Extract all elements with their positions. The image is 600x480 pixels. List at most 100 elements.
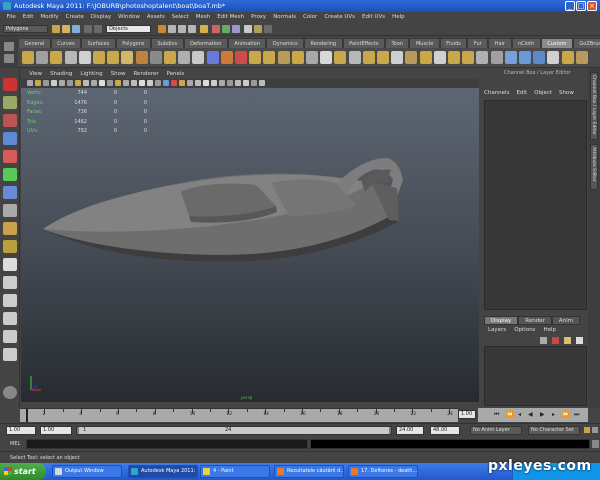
layer-list[interactable] [484, 346, 587, 406]
snap-curve-icon[interactable] [178, 25, 186, 33]
shelf-tool-icon[interactable] [561, 51, 574, 64]
shelf-tool-icon[interactable] [419, 51, 432, 64]
menu-set-select[interactable]: Polygons [3, 25, 48, 33]
taskbar-task[interactable]: 17. Deftones - death... [348, 465, 418, 478]
taskbar-task[interactable]: Rezultatele căutării d... [274, 465, 344, 478]
viewport-toolbar-icon[interactable] [163, 80, 169, 86]
viewport-toolbar-icon[interactable] [211, 80, 217, 86]
viewport-toolbar-icon[interactable] [195, 80, 201, 86]
minimize-button[interactable]: _ [565, 1, 575, 11]
viewport-toolbar-icon[interactable] [51, 80, 57, 86]
last-tool-icon[interactable] [3, 240, 17, 253]
viewport-toolbar-icon[interactable] [43, 80, 49, 86]
shelf-editor-icon[interactable] [4, 54, 14, 63]
play-back-icon[interactable]: ◀ [528, 411, 533, 418]
go-to-start-icon[interactable]: ⏮ [494, 411, 499, 419]
shelf-tab-deformation[interactable]: Deformation [183, 38, 228, 48]
move-tool-icon[interactable] [3, 132, 17, 145]
shelf-tool-icon[interactable] [377, 51, 389, 64]
viewport-menu-shading[interactable]: Shading [46, 70, 76, 79]
anim-prefs-icon[interactable] [592, 427, 598, 433]
menu-edit[interactable]: Edit [19, 12, 37, 22]
shelf-tab-fur[interactable]: Fur [467, 38, 489, 48]
shelf-tool-icon[interactable] [164, 51, 176, 64]
shelf-tab-gozbrush[interactable]: GoZBrush [572, 38, 600, 48]
viewport-toolbar-icon[interactable] [131, 80, 137, 86]
shelf-tab-toon[interactable]: Toon [384, 38, 410, 48]
shelf-tab-curves[interactable]: Curves [50, 38, 82, 48]
ipr-render-icon[interactable] [222, 25, 230, 33]
shelf-tool-icon[interactable] [348, 51, 361, 64]
perspective-viewport[interactable]: Verts: 744 0 0 Edges: 1476 0 0 Faces: 736 0 0 Tris: 1… [21, 88, 479, 402]
menu-normals[interactable]: Normals [270, 12, 300, 22]
snap-grid-icon[interactable] [168, 25, 176, 33]
playback-end-field[interactable]: 24.00 [396, 426, 424, 435]
shelf-tool-icon[interactable] [206, 51, 219, 64]
viewport-toolbar-icon[interactable] [171, 80, 177, 86]
range-slider[interactable]: 1 24 [76, 426, 392, 435]
shelf-tool-icon[interactable] [149, 51, 162, 64]
current-frame-field[interactable]: 1.00 [458, 410, 476, 419]
shelf-tool-icon[interactable] [220, 51, 233, 64]
menu-edit-uvs[interactable]: Edit UVs [359, 12, 389, 22]
shelf-tab-polygons[interactable]: Polygons [115, 38, 151, 48]
layer-options-icon[interactable] [576, 337, 583, 344]
step-back-frame-icon[interactable]: ◂ [518, 411, 521, 418]
shelf-tool-icon[interactable] [107, 51, 120, 64]
channel-menu-show[interactable]: Show [557, 90, 579, 96]
render-icon[interactable] [212, 25, 220, 33]
shelf-tool-icon[interactable] [36, 51, 49, 64]
start-button[interactable]: start [0, 463, 46, 480]
shelf-tab-muscle[interactable]: Muscle [409, 38, 440, 48]
channel-box-list[interactable] [484, 100, 587, 310]
shelf-tool-icon[interactable] [476, 51, 489, 64]
shelf-tool-icon[interactable] [192, 51, 205, 64]
show-manipulator-icon[interactable] [3, 222, 17, 235]
menu-create[interactable]: Create [62, 12, 87, 22]
hypershade-layout-icon[interactable] [3, 330, 17, 343]
shelf-tool-icon[interactable] [533, 51, 546, 64]
shelf-tab-surfaces[interactable]: Surfaces [81, 38, 116, 48]
shelf-tool-icon[interactable] [135, 51, 148, 64]
viewport-toolbar-icon[interactable] [139, 80, 145, 86]
hypershade-icon[interactable] [244, 25, 252, 33]
shelf-tool-icon[interactable] [235, 51, 247, 64]
four-view-layout-icon[interactable] [3, 276, 17, 289]
viewport-toolbar-icon[interactable] [35, 80, 41, 86]
shelf-tool-icon[interactable] [22, 51, 34, 64]
shelf-tab-painteffects[interactable]: PaintEffects [342, 38, 385, 48]
viewport-toolbar-icon[interactable] [251, 80, 257, 86]
shelf-tab-rendering[interactable]: Rendering [304, 38, 343, 48]
shelf-tab-menu-icon[interactable] [4, 42, 14, 51]
shelf-tool-icon[interactable] [490, 51, 503, 64]
shelf-tool-icon[interactable] [334, 51, 347, 64]
shelf-tool-icon[interactable] [50, 51, 63, 64]
select-mask-icon[interactable] [158, 25, 166, 33]
maximize-button[interactable]: □ [576, 1, 586, 11]
shelf-tab-general[interactable]: General [18, 38, 51, 48]
viewport-toolbar-icon[interactable] [27, 80, 33, 86]
history-icon[interactable] [200, 25, 208, 33]
range-slider-handle[interactable]: 1 24 [79, 427, 389, 434]
step-back-key-icon[interactable]: ⏪ [506, 411, 513, 418]
start-time-field[interactable]: 1.00 [6, 426, 36, 435]
step-forward-key-icon[interactable]: ⏩ [562, 411, 569, 418]
objects-field[interactable]: Objects [106, 25, 151, 33]
input-line-icon[interactable] [254, 25, 262, 33]
shelf-tool-icon[interactable] [291, 51, 304, 64]
tab-attribute-editor[interactable]: Attribute Editor [590, 144, 598, 190]
select-tool-icon[interactable] [3, 78, 17, 91]
shelf-tool-icon[interactable] [64, 51, 77, 64]
menu-display[interactable]: Display [87, 12, 114, 22]
layer-tab-anim[interactable]: Anim [551, 316, 581, 325]
viewport-menu-lighting[interactable]: Lighting [76, 70, 106, 79]
select-by-object-icon[interactable] [94, 25, 102, 33]
lasso-tool-icon[interactable] [3, 96, 17, 109]
layer-menu-help[interactable]: Help [541, 326, 562, 334]
taskbar-task[interactable]: 4 - Paint [200, 465, 270, 478]
menu-create-uvs[interactable]: Create UVs [321, 12, 359, 22]
viewport-toolbar-icon[interactable] [75, 80, 81, 86]
viewport-toolbar-icon[interactable] [147, 80, 153, 86]
options-icon[interactable] [3, 386, 17, 399]
single-view-layout-icon[interactable] [3, 258, 17, 271]
